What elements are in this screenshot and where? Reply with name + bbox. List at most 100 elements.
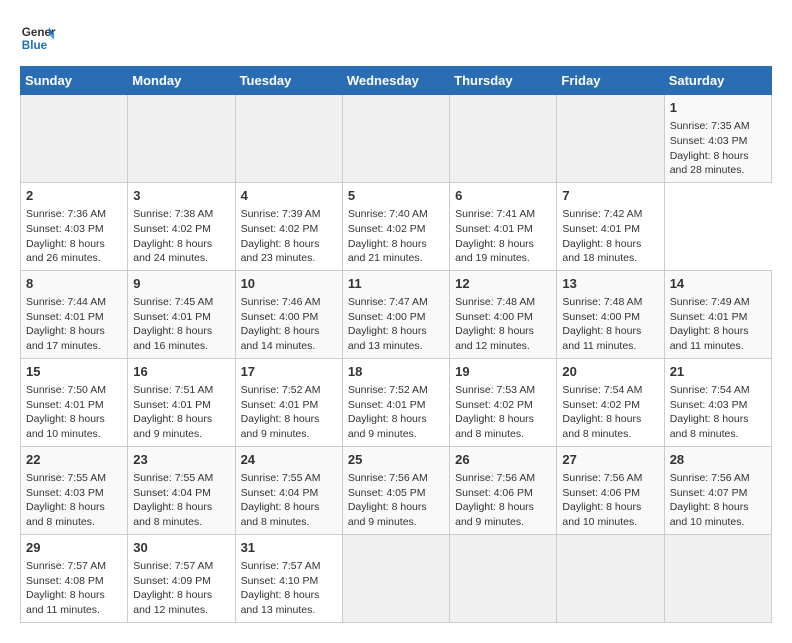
daylight: Daylight: 8 hours and 9 minutes. bbox=[455, 501, 534, 528]
calendar-empty-cell bbox=[557, 95, 664, 183]
daylight: Daylight: 8 hours and 28 minutes. bbox=[670, 150, 749, 177]
calendar-empty-cell bbox=[342, 95, 449, 183]
calendar-day-cell: 15 Sunrise: 7:50 AM Sunset: 4:01 PM Dayl… bbox=[21, 358, 128, 446]
daylight: Daylight: 8 hours and 8 minutes. bbox=[670, 413, 749, 440]
calendar-day-cell: 23 Sunrise: 7:55 AM Sunset: 4:04 PM Dayl… bbox=[128, 446, 235, 534]
sunset: Sunset: 4:03 PM bbox=[26, 223, 104, 235]
daylight: Daylight: 8 hours and 9 minutes. bbox=[241, 413, 320, 440]
calendar-day-cell: 27 Sunrise: 7:56 AM Sunset: 4:06 PM Dayl… bbox=[557, 446, 664, 534]
day-number: 27 bbox=[562, 451, 658, 469]
calendar-day-cell: 8 Sunrise: 7:44 AM Sunset: 4:01 PM Dayli… bbox=[21, 270, 128, 358]
calendar-header-row: SundayMondayTuesdayWednesdayThursdayFrid… bbox=[21, 67, 772, 95]
daylight: Daylight: 8 hours and 14 minutes. bbox=[241, 325, 320, 352]
calendar-day-cell: 30 Sunrise: 7:57 AM Sunset: 4:09 PM Dayl… bbox=[128, 534, 235, 622]
calendar-empty-cell bbox=[450, 534, 557, 622]
day-of-week-header: Wednesday bbox=[342, 67, 449, 95]
day-of-week-header: Friday bbox=[557, 67, 664, 95]
sunset: Sunset: 4:03 PM bbox=[670, 135, 748, 147]
sunrise: Sunrise: 7:51 AM bbox=[133, 384, 213, 396]
sunset: Sunset: 4:07 PM bbox=[670, 487, 748, 499]
daylight: Daylight: 8 hours and 8 minutes. bbox=[241, 501, 320, 528]
calendar-day-cell: 3 Sunrise: 7:38 AM Sunset: 4:02 PM Dayli… bbox=[128, 182, 235, 270]
calendar-body: 1 Sunrise: 7:35 AM Sunset: 4:03 PM Dayli… bbox=[21, 95, 772, 623]
daylight: Daylight: 8 hours and 8 minutes. bbox=[133, 501, 212, 528]
day-number: 2 bbox=[26, 187, 122, 205]
sunrise: Sunrise: 7:38 AM bbox=[133, 208, 213, 220]
daylight: Daylight: 8 hours and 9 minutes. bbox=[348, 501, 427, 528]
daylight: Daylight: 8 hours and 19 minutes. bbox=[455, 238, 534, 265]
page-header: General Blue bbox=[20, 20, 772, 56]
day-number: 29 bbox=[26, 539, 122, 557]
day-of-week-header: Monday bbox=[128, 67, 235, 95]
sunset: Sunset: 4:09 PM bbox=[133, 575, 211, 587]
calendar-day-cell: 17 Sunrise: 7:52 AM Sunset: 4:01 PM Dayl… bbox=[235, 358, 342, 446]
day-number: 13 bbox=[562, 275, 658, 293]
sunrise: Sunrise: 7:54 AM bbox=[562, 384, 642, 396]
day-number: 7 bbox=[562, 187, 658, 205]
sunrise: Sunrise: 7:55 AM bbox=[26, 472, 106, 484]
day-number: 21 bbox=[670, 363, 766, 381]
sunset: Sunset: 4:02 PM bbox=[133, 223, 211, 235]
daylight: Daylight: 8 hours and 10 minutes. bbox=[26, 413, 105, 440]
sunset: Sunset: 4:02 PM bbox=[562, 399, 640, 411]
day-number: 31 bbox=[241, 539, 337, 557]
calendar-empty-cell bbox=[342, 534, 449, 622]
sunrise: Sunrise: 7:57 AM bbox=[133, 560, 213, 572]
calendar-day-cell: 10 Sunrise: 7:46 AM Sunset: 4:00 PM Dayl… bbox=[235, 270, 342, 358]
daylight: Daylight: 8 hours and 13 minutes. bbox=[348, 325, 427, 352]
sunrise: Sunrise: 7:40 AM bbox=[348, 208, 428, 220]
sunset: Sunset: 4:01 PM bbox=[133, 399, 211, 411]
day-number: 16 bbox=[133, 363, 229, 381]
calendar-week-row: 22 Sunrise: 7:55 AM Sunset: 4:03 PM Dayl… bbox=[21, 446, 772, 534]
sunset: Sunset: 4:00 PM bbox=[455, 311, 533, 323]
day-number: 4 bbox=[241, 187, 337, 205]
day-number: 5 bbox=[348, 187, 444, 205]
daylight: Daylight: 8 hours and 26 minutes. bbox=[26, 238, 105, 265]
day-number: 14 bbox=[670, 275, 766, 293]
sunset: Sunset: 4:10 PM bbox=[241, 575, 319, 587]
sunset: Sunset: 4:01 PM bbox=[26, 311, 104, 323]
day-of-week-header: Thursday bbox=[450, 67, 557, 95]
sunrise: Sunrise: 7:55 AM bbox=[133, 472, 213, 484]
calendar-week-row: 15 Sunrise: 7:50 AM Sunset: 4:01 PM Dayl… bbox=[21, 358, 772, 446]
calendar-day-cell: 20 Sunrise: 7:54 AM Sunset: 4:02 PM Dayl… bbox=[557, 358, 664, 446]
sunrise: Sunrise: 7:42 AM bbox=[562, 208, 642, 220]
sunrise: Sunrise: 7:48 AM bbox=[455, 296, 535, 308]
sunrise: Sunrise: 7:35 AM bbox=[670, 120, 750, 132]
calendar-day-cell: 18 Sunrise: 7:52 AM Sunset: 4:01 PM Dayl… bbox=[342, 358, 449, 446]
calendar-day-cell: 16 Sunrise: 7:51 AM Sunset: 4:01 PM Dayl… bbox=[128, 358, 235, 446]
sunset: Sunset: 4:02 PM bbox=[348, 223, 426, 235]
daylight: Daylight: 8 hours and 17 minutes. bbox=[26, 325, 105, 352]
calendar-day-cell: 24 Sunrise: 7:55 AM Sunset: 4:04 PM Dayl… bbox=[235, 446, 342, 534]
daylight: Daylight: 8 hours and 11 minutes. bbox=[562, 325, 641, 352]
calendar-day-cell: 21 Sunrise: 7:54 AM Sunset: 4:03 PM Dayl… bbox=[664, 358, 771, 446]
daylight: Daylight: 8 hours and 16 minutes. bbox=[133, 325, 212, 352]
day-number: 24 bbox=[241, 451, 337, 469]
calendar-empty-cell bbox=[664, 534, 771, 622]
logo: General Blue bbox=[20, 20, 56, 56]
day-of-week-header: Tuesday bbox=[235, 67, 342, 95]
sunrise: Sunrise: 7:47 AM bbox=[348, 296, 428, 308]
sunset: Sunset: 4:04 PM bbox=[133, 487, 211, 499]
day-of-week-header: Sunday bbox=[21, 67, 128, 95]
daylight: Daylight: 8 hours and 24 minutes. bbox=[133, 238, 212, 265]
sunset: Sunset: 4:08 PM bbox=[26, 575, 104, 587]
calendar-day-cell: 31 Sunrise: 7:57 AM Sunset: 4:10 PM Dayl… bbox=[235, 534, 342, 622]
day-number: 6 bbox=[455, 187, 551, 205]
daylight: Daylight: 8 hours and 10 minutes. bbox=[562, 501, 641, 528]
sunrise: Sunrise: 7:55 AM bbox=[241, 472, 321, 484]
sunset: Sunset: 4:04 PM bbox=[241, 487, 319, 499]
calendar-day-cell: 26 Sunrise: 7:56 AM Sunset: 4:06 PM Dayl… bbox=[450, 446, 557, 534]
sunset: Sunset: 4:01 PM bbox=[348, 399, 426, 411]
sunrise: Sunrise: 7:49 AM bbox=[670, 296, 750, 308]
calendar-empty-cell bbox=[450, 95, 557, 183]
day-number: 18 bbox=[348, 363, 444, 381]
day-number: 15 bbox=[26, 363, 122, 381]
sunrise: Sunrise: 7:57 AM bbox=[26, 560, 106, 572]
day-number: 12 bbox=[455, 275, 551, 293]
sunset: Sunset: 4:01 PM bbox=[455, 223, 533, 235]
sunrise: Sunrise: 7:41 AM bbox=[455, 208, 535, 220]
day-of-week-header: Saturday bbox=[664, 67, 771, 95]
daylight: Daylight: 8 hours and 21 minutes. bbox=[348, 238, 427, 265]
sunset: Sunset: 4:00 PM bbox=[348, 311, 426, 323]
